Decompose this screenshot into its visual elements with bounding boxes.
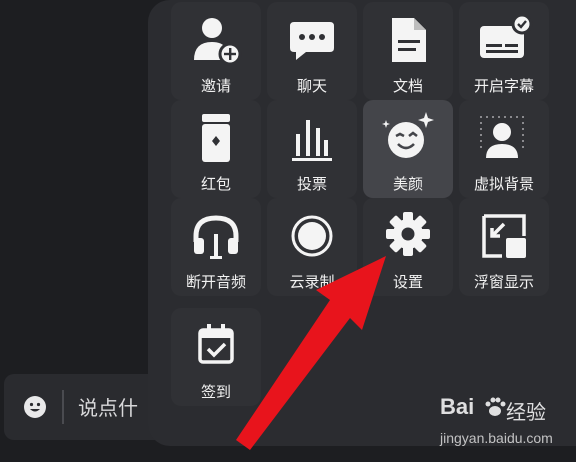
virtual-background-icon bbox=[480, 116, 524, 158]
gear-icon bbox=[386, 212, 430, 256]
record-icon bbox=[291, 215, 333, 257]
red-envelope-button[interactable]: 红包 bbox=[171, 100, 261, 198]
add-user-icon bbox=[194, 18, 242, 66]
virtual-background-label: 虚拟背景 bbox=[473, 175, 534, 193]
red-envelope-icon bbox=[202, 114, 230, 162]
chat-button[interactable]: 聊天 bbox=[267, 2, 357, 100]
paw-logo-icon bbox=[485, 397, 506, 416]
smiley-icon[interactable] bbox=[22, 394, 48, 420]
red-envelope-label: 红包 bbox=[200, 175, 231, 193]
input-divider bbox=[62, 390, 64, 424]
invite-button[interactable]: 邀请 bbox=[171, 2, 261, 100]
disconnect-audio-button[interactable]: 断开音频 bbox=[171, 198, 261, 296]
document-icon bbox=[392, 18, 426, 62]
floating-window-icon bbox=[482, 214, 526, 258]
floating-window-label: 浮窗显示 bbox=[473, 273, 534, 291]
settings-label: 设置 bbox=[392, 273, 423, 291]
floating-window-button[interactable]: 浮窗显示 bbox=[459, 198, 549, 296]
document-button[interactable]: 文档 bbox=[363, 2, 453, 100]
watermark-brand-suffix: 经验 bbox=[506, 400, 546, 424]
beauty-face-icon bbox=[382, 112, 434, 158]
chat-input-field[interactable]: 说点什 bbox=[78, 392, 138, 421]
chat-label: 聊天 bbox=[296, 77, 327, 95]
cloud-record-label: 云录制 bbox=[289, 273, 335, 291]
chat-bubble-icon bbox=[290, 22, 334, 60]
baidu-jingyan-watermark: Bai 经验 jingyan.baidu.com bbox=[440, 394, 570, 454]
settings-button[interactable]: 设置 bbox=[363, 198, 453, 296]
enable-captions-button[interactable]: 开启字幕 bbox=[459, 2, 549, 100]
enable-captions-label: 开启字幕 bbox=[473, 77, 534, 95]
check-in-label: 签到 bbox=[200, 383, 231, 401]
vote-button[interactable]: 投票 bbox=[267, 100, 357, 198]
headphones-icon bbox=[193, 215, 239, 259]
bar-chart-icon bbox=[292, 120, 332, 161]
check-in-button[interactable]: 签到 bbox=[171, 308, 261, 406]
watermark-brand: Bai bbox=[440, 394, 475, 419]
beauty-label: 美颜 bbox=[392, 175, 423, 193]
disconnect-audio-label: 断开音频 bbox=[185, 273, 246, 291]
more-actions-panel: 邀请 聊天 文档 开启字幕 红包 投票 美颜 虚拟背景 断开音频 云录制 设置 … bbox=[148, 0, 576, 446]
captions-icon bbox=[480, 13, 533, 58]
calendar-check-icon bbox=[198, 324, 234, 364]
virtual-background-button[interactable]: 虚拟背景 bbox=[459, 100, 549, 198]
document-label: 文档 bbox=[392, 77, 423, 95]
vote-label: 投票 bbox=[296, 175, 327, 193]
invite-label: 邀请 bbox=[200, 77, 231, 95]
beauty-button[interactable]: 美颜 bbox=[363, 100, 453, 198]
watermark-url: jingyan.baidu.com bbox=[440, 430, 553, 446]
cloud-record-button[interactable]: 云录制 bbox=[267, 198, 357, 296]
